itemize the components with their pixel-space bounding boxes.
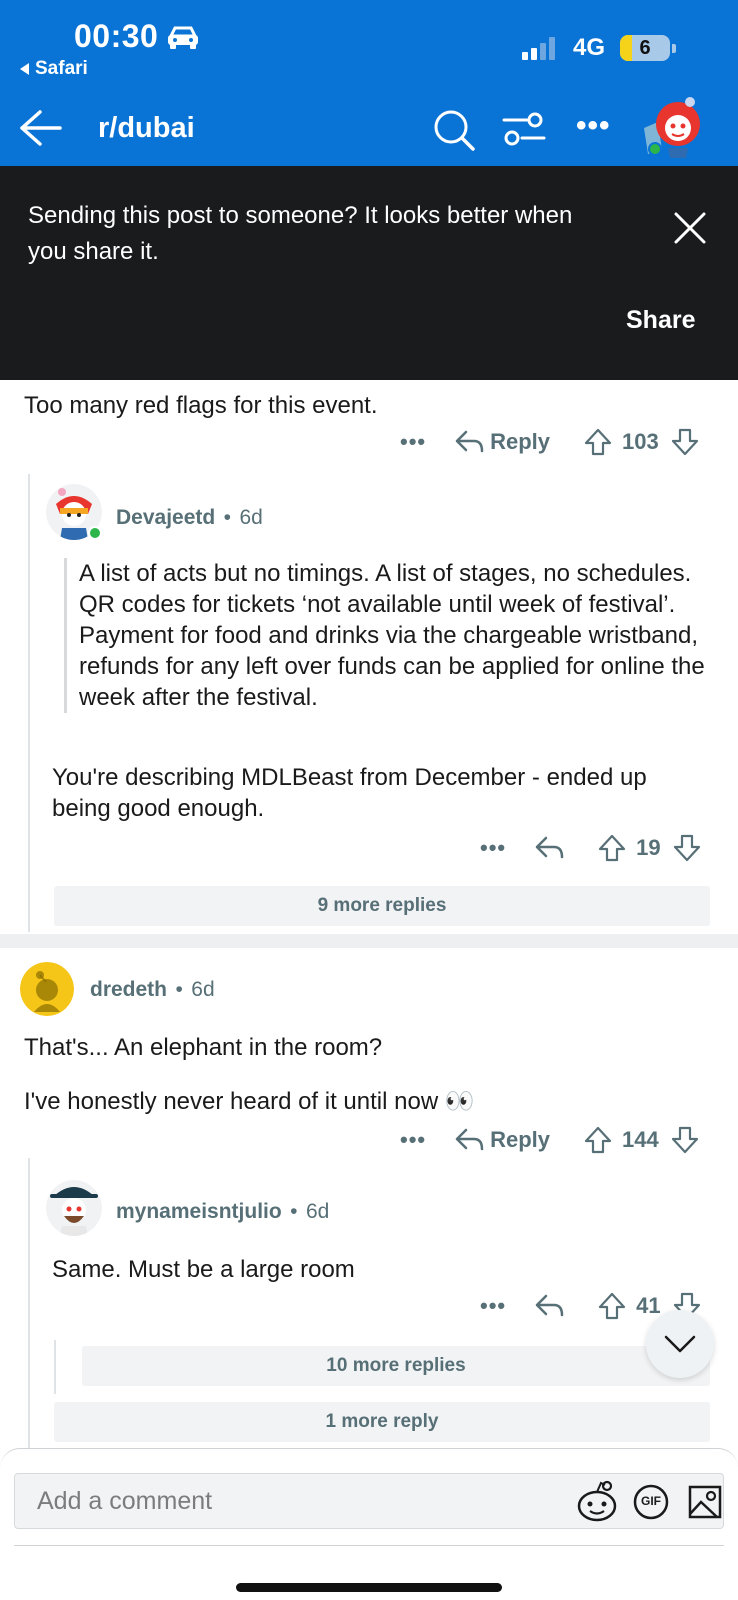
avatar[interactable] (20, 962, 74, 1016)
scroll-down-button[interactable] (646, 1310, 714, 1378)
vote-count: 41 (636, 1293, 661, 1318)
downvote-icon[interactable] (671, 428, 699, 456)
more-replies-button[interactable]: 9 more replies (54, 886, 710, 926)
upvote-icon[interactable] (598, 834, 626, 862)
comment-separator (0, 934, 738, 948)
vote-count: 19 (636, 835, 661, 860)
back-arrow-icon[interactable] (18, 108, 62, 148)
comment-text: Same. Must be a large room (52, 1256, 355, 1283)
thread-line[interactable] (28, 474, 30, 932)
home-indicator[interactable] (236, 1583, 502, 1592)
vote-count: 103 (622, 429, 659, 454)
meta-separator: • (223, 506, 232, 529)
divider (14, 1545, 724, 1546)
chevron-down-icon (664, 1335, 696, 1353)
filter-icon[interactable] (502, 110, 546, 148)
comment-meta: dredeth • 6d (90, 978, 215, 1002)
signal-icon (522, 36, 555, 60)
username[interactable]: dredeth (90, 978, 167, 1001)
reply-button[interactable]: Reply (490, 429, 550, 455)
thread-line[interactable] (28, 1158, 30, 1448)
share-button[interactable]: Share (626, 306, 695, 335)
image-icon[interactable] (687, 1484, 723, 1520)
comment-bar: Add a comment GIF (0, 1448, 738, 1600)
username[interactable]: mynameisntjulio (116, 1200, 282, 1223)
gif-icon[interactable]: GIF (633, 1484, 669, 1520)
status-time: 00:30 (74, 18, 159, 54)
thread-line[interactable] (54, 1340, 56, 1394)
upvote-icon[interactable] (584, 1126, 612, 1154)
more-replies-button[interactable]: 10 more replies (82, 1346, 710, 1386)
back-to-safari[interactable]: Safari (20, 58, 88, 80)
reply-icon[interactable] (534, 1293, 564, 1319)
car-icon (168, 26, 198, 49)
more-options-button[interactable]: ••• (480, 835, 506, 861)
comment-age: 6d (305, 1200, 330, 1223)
close-icon[interactable] (672, 210, 708, 246)
vote-count: 144 (622, 1127, 659, 1152)
more-icon[interactable]: ••• (576, 111, 611, 141)
comment-placeholder: Add a comment (37, 1487, 213, 1515)
comment-actions: ••• Reply 103 (400, 428, 699, 456)
comment-text: That's... An elephant in the room? (24, 1034, 383, 1061)
more-options-button[interactable]: ••• (400, 1127, 426, 1153)
comment-actions: ••• Reply 144 (400, 1126, 699, 1154)
battery-icon: 6 (620, 35, 670, 61)
comment-text: You're describing MDLBeast from December… (52, 764, 647, 822)
comment-input[interactable]: Add a comment GIF (14, 1473, 724, 1529)
network-label: 4G (573, 34, 606, 61)
more-options-button[interactable]: ••• (480, 1293, 506, 1319)
comment-meta: mynameisntjulio • 6d (116, 1200, 329, 1224)
search-icon[interactable] (432, 108, 476, 152)
more-options-button[interactable]: ••• (400, 429, 426, 455)
battery-level: 6 (639, 37, 651, 59)
online-status-dot (648, 142, 662, 156)
back-triangle-icon (20, 63, 29, 75)
reply-icon[interactable] (534, 835, 564, 861)
comment-age: 6d (239, 506, 263, 529)
subreddit-title[interactable]: r/dubai (98, 112, 195, 145)
block-quote: A list of acts but no timings. A list of… (64, 558, 714, 713)
reply-button[interactable]: Reply (490, 1127, 550, 1153)
more-replies-button[interactable]: 1 more reply (54, 1402, 710, 1442)
comment-text: Too many red flags for this event. (24, 392, 378, 419)
meta-separator: • (175, 978, 183, 1001)
top-bar: 00:30 Safari 4G 6 r/dubai ••• (0, 0, 738, 166)
avatar[interactable] (46, 1180, 102, 1236)
downvote-icon[interactable] (671, 1126, 699, 1154)
comment-age: 6d (191, 978, 215, 1001)
online-status-dot (88, 526, 102, 540)
comment-text: I've honestly never heard of it until no… (24, 1088, 475, 1115)
reply-icon[interactable] (454, 429, 484, 455)
share-banner-text: Sending this post to someone? It looks b… (28, 202, 573, 265)
battery-tip (672, 44, 676, 53)
reply-icon[interactable] (454, 1127, 484, 1153)
comment-meta: Devajeetd • 6d (116, 506, 263, 530)
gif-label: GIF (641, 1494, 661, 1508)
upvote-icon[interactable] (584, 428, 612, 456)
upvote-icon[interactable] (598, 1292, 626, 1320)
downvote-icon[interactable] (673, 834, 701, 862)
comment-actions: ••• 19 (480, 834, 701, 862)
meta-separator: • (290, 1200, 298, 1223)
snoo-emoji-icon[interactable] (575, 1480, 619, 1524)
share-banner: Sending this post to someone? It looks b… (0, 166, 738, 380)
back-app-label: Safari (35, 58, 88, 79)
username[interactable]: Devajeetd (116, 506, 215, 529)
